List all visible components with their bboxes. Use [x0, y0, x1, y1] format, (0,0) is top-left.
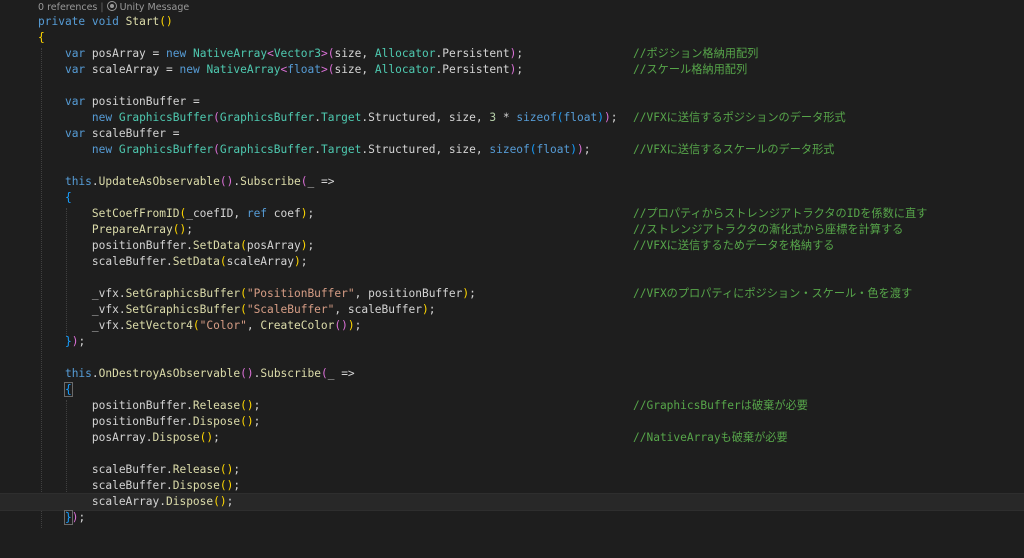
- code-text: new GraphicsBuffer(GraphicsBuffer.Target…: [91, 111, 618, 124]
- code-text: PrepareArray();: [91, 223, 193, 236]
- code-line[interactable]: scaleBuffer.Release();: [0, 462, 1024, 478]
- code-text: _vfx.SetGraphicsBuffer("PositionBuffer",…: [38, 287, 476, 300]
- code-line[interactable]: this.OnDestroyAsObservable().Subscribe(_…: [0, 366, 1024, 382]
- code-text: new GraphicsBuffer(GraphicsBuffer.Target…: [91, 143, 591, 156]
- code-text: {: [38, 382, 73, 398]
- matched-bracket: {: [63, 382, 73, 397]
- code-line[interactable]: });: [0, 334, 1024, 350]
- code-line[interactable]: _vfx.SetGraphicsBuffer("ScaleBuffer", sc…: [0, 302, 1024, 318]
- code-text: });: [64, 335, 86, 348]
- codelens-separator: |: [100, 2, 104, 13]
- code-text: var scaleArray = new NativeArray<float>(…: [64, 63, 524, 76]
- code-comment: //スケール格納用配列: [633, 63, 748, 76]
- code-line[interactable]: var posArray = new NativeArray<Vector3>(…: [0, 46, 1024, 62]
- code-text: });: [63, 510, 86, 525]
- code-text: scaleArray.Dispose();: [38, 495, 234, 508]
- code-text: {: [38, 31, 45, 44]
- matched-bracket: }: [63, 510, 73, 525]
- code-text: {: [64, 191, 72, 204]
- code-text: positionBuffer.Release();: [38, 399, 261, 412]
- code-line[interactable]: new GraphicsBuffer(GraphicsBuffer.Target…: [0, 142, 1024, 158]
- code-line[interactable]: scaleBuffer.SetData(scaleArray);: [0, 254, 1024, 270]
- code-line[interactable]: var positionBuffer =: [0, 94, 1024, 110]
- code-line[interactable]: PrepareArray(); //ストレンジアトラクタの漸化式から座標を計算す…: [0, 222, 1024, 238]
- method-signature: private void Start(): [38, 15, 173, 28]
- code-line[interactable]: posArray.Dispose(); //NativeArrayも破棄が必要: [0, 430, 1024, 446]
- code-comment: //VFXに送信するスケールのデータ形式: [633, 143, 835, 156]
- code-text: scaleBuffer.Dispose();: [38, 479, 241, 492]
- current-line[interactable]: scaleArray.Dispose();: [0, 493, 1024, 511]
- code-text: var positionBuffer =: [64, 95, 200, 108]
- code-text: var posArray = new NativeArray<Vector3>(…: [64, 47, 524, 60]
- code-line[interactable]: var scaleBuffer =: [0, 126, 1024, 142]
- unity-message-label[interactable]: Unity Message: [120, 2, 190, 13]
- code-text: var scaleBuffer =: [64, 127, 180, 140]
- code-text: this.OnDestroyAsObservable().Subscribe(_…: [64, 367, 355, 380]
- references-count[interactable]: 0 references: [38, 2, 97, 13]
- code-line[interactable]: positionBuffer.SetData(posArray); //VFXに…: [0, 238, 1024, 254]
- code-line[interactable]: scaleBuffer.Dispose();: [0, 478, 1024, 494]
- code-line[interactable]: positionBuffer.Release(); //GraphicsBuff…: [0, 398, 1024, 414]
- codelens[interactable]: 0 references | Unity Message: [38, 1, 189, 15]
- code-comment: //ポジション格納用配列: [633, 47, 759, 60]
- code-comment: //プロパティからストレンジアトラクタのIDを係数に直す: [633, 207, 928, 220]
- code-text: positionBuffer.SetData(posArray);: [38, 239, 315, 252]
- code-text: SetCoefFromID(_coefID, ref coef);: [91, 207, 315, 220]
- code-line[interactable]: var scaleArray = new NativeArray<float>(…: [0, 62, 1024, 78]
- code-comment: //VFXに送信するポジションのデータ形式: [633, 111, 846, 124]
- code-text: positionBuffer.Dispose();: [38, 415, 261, 428]
- code-text: scaleBuffer.Release();: [38, 463, 241, 476]
- code-comment: //VFXのプロパティにポジション・スケール・色を渡す: [633, 287, 913, 300]
- code-line[interactable]: SetCoefFromID(_coefID, ref coef); //プロパテ…: [0, 206, 1024, 222]
- code-comment: //VFXに送信するためデータを格納する: [633, 239, 835, 252]
- code-text: _vfx.SetVector4("Color", CreateColor());: [38, 319, 362, 332]
- code-comment: //ストレンジアトラクタの漸化式から座標を計算する: [633, 223, 904, 236]
- code-line[interactable]: {: [0, 190, 1024, 206]
- code-text: scaleBuffer.SetData(scaleArray);: [38, 255, 308, 268]
- code-comment: //NativeArrayも破棄が必要: [633, 431, 788, 444]
- code-editor[interactable]: 0 references | Unity Message private void …: [0, 0, 1024, 533]
- code-text: posArray.Dispose();: [38, 431, 220, 444]
- code-line[interactable]: {: [0, 30, 1024, 46]
- code-line[interactable]: positionBuffer.Dispose();: [0, 414, 1024, 430]
- code-line[interactable]: private void Start(): [0, 14, 1024, 30]
- code-line[interactable]: _vfx.SetVector4("Color", CreateColor());: [0, 318, 1024, 334]
- code-line[interactable]: this.UpdateAsObservable().Subscribe(_ =>: [0, 174, 1024, 190]
- code-line[interactable]: new GraphicsBuffer(GraphicsBuffer.Target…: [0, 110, 1024, 126]
- code-line[interactable]: });: [0, 510, 1024, 526]
- code-comment: //GraphicsBufferは破棄が必要: [633, 399, 808, 412]
- code-text: _vfx.SetGraphicsBuffer("ScaleBuffer", sc…: [38, 303, 436, 316]
- code-line[interactable]: _vfx.SetGraphicsBuffer("PositionBuffer",…: [0, 286, 1024, 302]
- unity-message-icon: [106, 1, 117, 11]
- code-text: this.UpdateAsObservable().Subscribe(_ =>: [64, 175, 335, 188]
- code-line[interactable]: {: [0, 382, 1024, 398]
